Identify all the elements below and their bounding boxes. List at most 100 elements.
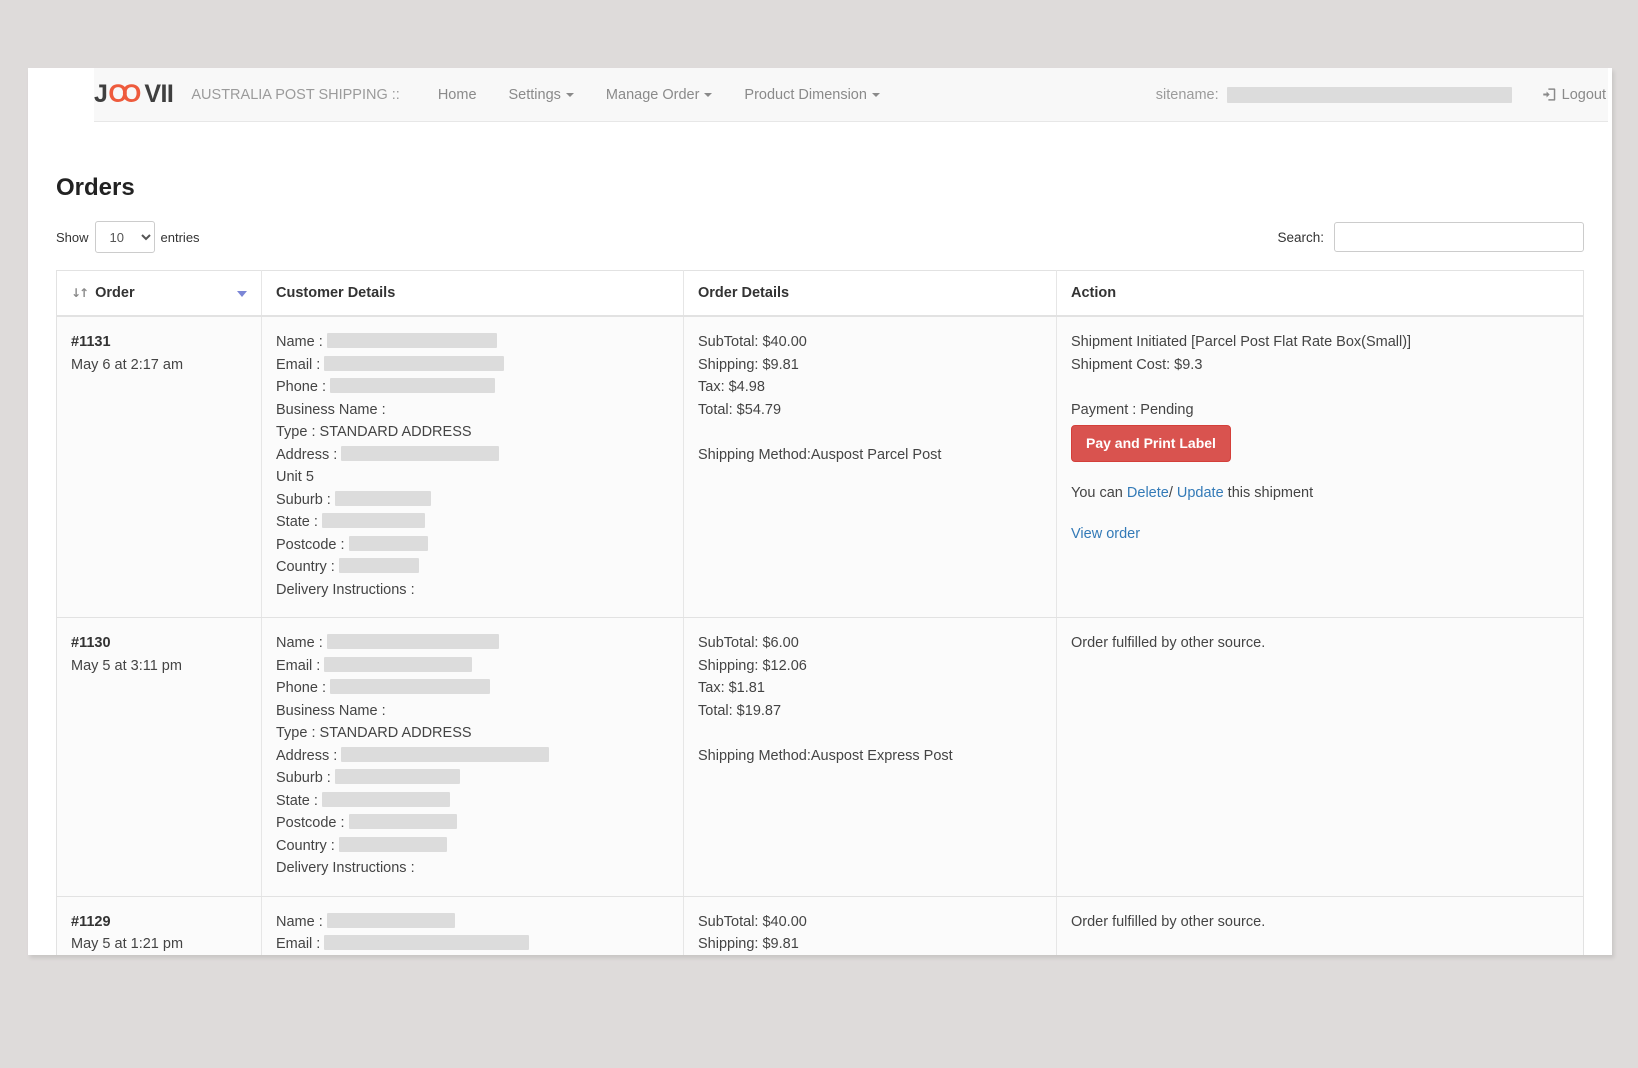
orders-table-head: ↓↑Order Customer Details Order Details A… <box>57 271 1584 317</box>
sitename-value-redacted <box>1227 87 1512 103</box>
customer-postcode-label: Postcode : <box>276 815 345 831</box>
nav-link-settings[interactable]: Settings <box>493 79 590 111</box>
note-prefix: You can <box>1071 485 1127 501</box>
table-row[interactable]: #1131 May 6 at 2:17 am Name : Email : Ph… <box>57 316 1584 618</box>
customer-delivery-label: Delivery Instructions : <box>276 860 415 876</box>
customer-email-value-redacted <box>324 935 529 950</box>
show-label: Show <box>56 230 89 245</box>
customer-name-row: Name : <box>276 632 671 655</box>
order-shipping: Shipping: $9.81 <box>698 354 1044 377</box>
customer-business-row: Business Name : <box>276 399 671 422</box>
action-cell: Shipment Initiated [Parcel Post Flat Rat… <box>1057 316 1584 618</box>
view-order-row: View order <box>1071 523 1571 546</box>
table-row[interactable]: #1129 May 5 at 1:21 pm Name : Email : Ph… <box>57 896 1584 955</box>
customer-address-line2: Unit 5 <box>276 466 671 489</box>
navbar-title: AUSTRALIA POST SHIPPING :: <box>191 87 399 103</box>
chevron-down-icon <box>872 93 880 97</box>
update-shipment-link[interactable]: Update <box>1177 485 1224 501</box>
customer-details-cell: Name : Email : Phone : Business Name : T… <box>262 618 684 897</box>
customer-suburb-row: Suburb : <box>276 489 671 512</box>
search-input[interactable] <box>1334 222 1584 252</box>
customer-address-value-redacted <box>341 446 499 461</box>
screen: JOOVII AUSTRALIA POST SHIPPING :: Home S… <box>0 0 1638 1068</box>
column-header-order[interactable]: ↓↑Order <box>57 271 262 317</box>
customer-suburb-label: Suburb : <box>276 492 331 508</box>
customer-phone-value-redacted <box>330 679 490 694</box>
customer-address-row: Address : <box>276 745 671 768</box>
orders-table: ↓↑Order Customer Details Order Details A… <box>56 270 1584 955</box>
customer-phone-label: Phone : <box>276 379 326 395</box>
shipment-cost: Shipment Cost: $9.3 <box>1071 354 1571 377</box>
customer-details-cell: Name : Email : Phone : Business Name : <box>262 896 684 955</box>
order-details-cell: SubTotal: $40.00 Shipping: $9.81 Tax: $4… <box>684 896 1057 955</box>
shipment-status: Shipment Initiated [Parcel Post Flat Rat… <box>1071 331 1571 354</box>
view-order-link[interactable]: View order <box>1071 526 1140 542</box>
sort-both-icon: ↓↑ <box>71 286 87 300</box>
order-cell: #1130 May 5 at 3:11 pm <box>57 618 262 897</box>
table-row[interactable]: #1130 May 5 at 3:11 pm Name : Email : Ph… <box>57 618 1584 897</box>
brand-logo-oo: OO <box>108 80 135 109</box>
action-cell: Order fulfilled by other source. <box>1057 896 1584 955</box>
order-cell: #1129 May 5 at 1:21 pm <box>57 896 262 955</box>
nav-link-home[interactable]: Home <box>422 79 493 111</box>
sort-descending-icon <box>237 291 247 297</box>
nav-link-product-dimension[interactable]: Product Dimension <box>728 79 896 111</box>
customer-name-row: Name : <box>276 911 671 934</box>
spacer <box>698 722 1044 745</box>
order-id: #1131 <box>71 331 249 354</box>
column-header-customer-details[interactable]: Customer Details <box>262 271 684 317</box>
customer-state-value-redacted <box>322 513 425 528</box>
customer-postcode-value-redacted <box>349 814 457 829</box>
customer-delivery-label: Delivery Instructions : <box>276 582 415 598</box>
navbar: JOOVII AUSTRALIA POST SHIPPING :: Home S… <box>94 68 1608 122</box>
customer-country-row: Country : <box>276 835 671 858</box>
customer-country-label: Country : <box>276 559 335 575</box>
delete-shipment-link[interactable]: Delete <box>1127 485 1169 501</box>
customer-postcode-row: Postcode : <box>276 812 671 835</box>
logout-icon <box>1542 86 1559 103</box>
chevron-down-icon <box>566 93 574 97</box>
order-date: May 6 at 2:17 am <box>71 354 249 377</box>
customer-name-value-redacted <box>327 913 455 928</box>
brand-logo[interactable]: JOOVII <box>94 80 173 109</box>
customer-email-value-redacted <box>324 356 504 371</box>
customer-email-value-redacted <box>324 657 472 672</box>
order-details-cell: SubTotal: $40.00 Shipping: $9.81 Tax: $4… <box>684 316 1057 618</box>
order-details-cell: SubTotal: $6.00 Shipping: $12.06 Tax: $1… <box>684 618 1057 897</box>
customer-address-label: Address : <box>276 748 337 764</box>
page-title: Orders <box>56 174 1584 202</box>
customer-state-row: State : <box>276 790 671 813</box>
orders-table-body: #1131 May 6 at 2:17 am Name : Email : Ph… <box>57 316 1584 955</box>
customer-country-value-redacted <box>339 837 447 852</box>
order-id: #1130 <box>71 632 249 655</box>
customer-name-label: Name : <box>276 334 323 350</box>
payment-status: Payment : Pending <box>1071 399 1571 422</box>
shipment-actions-note: You can Delete/ Update this shipment <box>1071 482 1571 505</box>
column-header-action[interactable]: Action <box>1057 271 1584 317</box>
nav-link-manage-order-label: Manage Order <box>606 87 700 103</box>
search-label: Search: <box>1277 230 1324 245</box>
customer-suburb-label: Suburb : <box>276 770 331 786</box>
navbar-right: sitename: Logout <box>1156 86 1608 103</box>
customer-email-row: Email : <box>276 354 671 377</box>
shipment-status: Order fulfilled by other source. <box>1071 911 1571 934</box>
customer-business-row: Business Name : <box>276 700 671 723</box>
logout-label: Logout <box>1562 87 1606 103</box>
page-length-select[interactable]: 10 25 50 100 <box>95 221 155 253</box>
customer-postcode-row: Postcode : <box>276 534 671 557</box>
column-header-order-details[interactable]: Order Details <box>684 271 1057 317</box>
brand-logo-j: J <box>94 80 107 109</box>
nav-link-manage-order[interactable]: Manage Order <box>590 79 729 111</box>
order-subtotal: SubTotal: $6.00 <box>698 632 1044 655</box>
order-shipping: Shipping: $9.81 <box>698 933 1044 955</box>
logout-button[interactable]: Logout <box>1542 86 1606 103</box>
customer-delivery-row: Delivery Instructions : <box>276 857 671 880</box>
search-control: Search: <box>1277 222 1584 252</box>
customer-country-label: Country : <box>276 838 335 854</box>
customer-name-value-redacted <box>327 333 497 348</box>
order-id: #1129 <box>71 911 249 934</box>
customer-phone-label: Phone : <box>276 680 326 696</box>
entries-label: entries <box>161 230 200 245</box>
nav-link-home-label: Home <box>438 87 477 103</box>
pay-and-print-label-button[interactable]: Pay and Print Label <box>1071 425 1231 462</box>
